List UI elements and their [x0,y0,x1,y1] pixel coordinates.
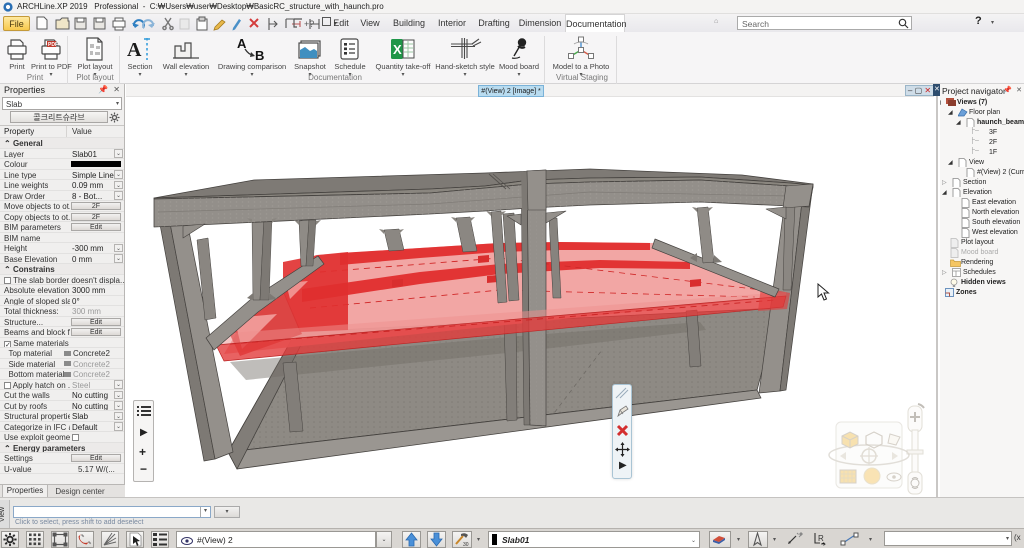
svg-text:+?: +? [304,19,314,29]
svg-text:A: A [127,39,142,61]
svg-text:X: X [393,42,402,57]
svg-text:B: B [255,48,264,62]
svg-text:R: R [818,534,824,543]
svg-text:PDF: PDF [48,42,58,48]
svg-text:30: 30 [463,542,469,547]
